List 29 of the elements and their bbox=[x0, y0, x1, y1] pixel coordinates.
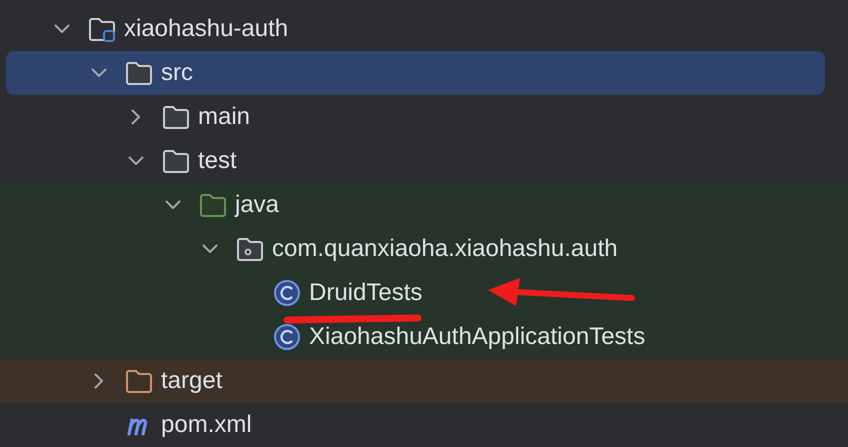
tree-row[interactable]: main bbox=[0, 95, 848, 139]
class-icon bbox=[273, 279, 301, 307]
tree-item-label[interactable]: target bbox=[161, 366, 222, 396]
tree-item-label[interactable]: pom.xml bbox=[161, 410, 252, 440]
folder-icon bbox=[125, 60, 153, 86]
tree-item-label[interactable]: main bbox=[198, 102, 250, 132]
tree-row[interactable]: xiaohashu-auth bbox=[0, 7, 848, 51]
folder-icon bbox=[162, 148, 190, 174]
class-icon bbox=[273, 323, 301, 351]
tree-item-label[interactable]: XiaohashuAuthApplicationTests bbox=[309, 322, 646, 352]
tree-item-label[interactable]: com.quanxiaoha.xiaohashu.auth bbox=[272, 234, 618, 264]
folder-icon bbox=[199, 192, 227, 218]
tree-row[interactable]: DruidTests bbox=[0, 271, 848, 315]
tree-item-label[interactable]: DruidTests bbox=[309, 278, 422, 308]
tree-item-label[interactable]: src bbox=[161, 58, 193, 88]
tree-item-label[interactable]: test bbox=[198, 146, 237, 176]
tree-item-label[interactable]: java bbox=[235, 190, 280, 220]
folder-icon bbox=[88, 16, 116, 42]
tree-row[interactable]: XiaohashuAuthApplicationTests bbox=[0, 315, 848, 359]
tree-row[interactable]: pom.xml bbox=[0, 403, 848, 447]
folder-icon bbox=[162, 104, 190, 130]
tree-row[interactable]: com.quanxiaoha.xiaohashu.auth bbox=[0, 227, 848, 271]
folder-icon bbox=[125, 368, 153, 394]
tree-row[interactable]: test bbox=[0, 139, 848, 183]
tree-row[interactable]: target bbox=[0, 359, 848, 403]
selected-tree-row[interactable]: src bbox=[6, 51, 825, 95]
tree-row[interactable]: java bbox=[0, 183, 848, 227]
tree-item-label[interactable]: xiaohashu-auth bbox=[124, 14, 288, 44]
package-folder-icon bbox=[236, 236, 264, 262]
